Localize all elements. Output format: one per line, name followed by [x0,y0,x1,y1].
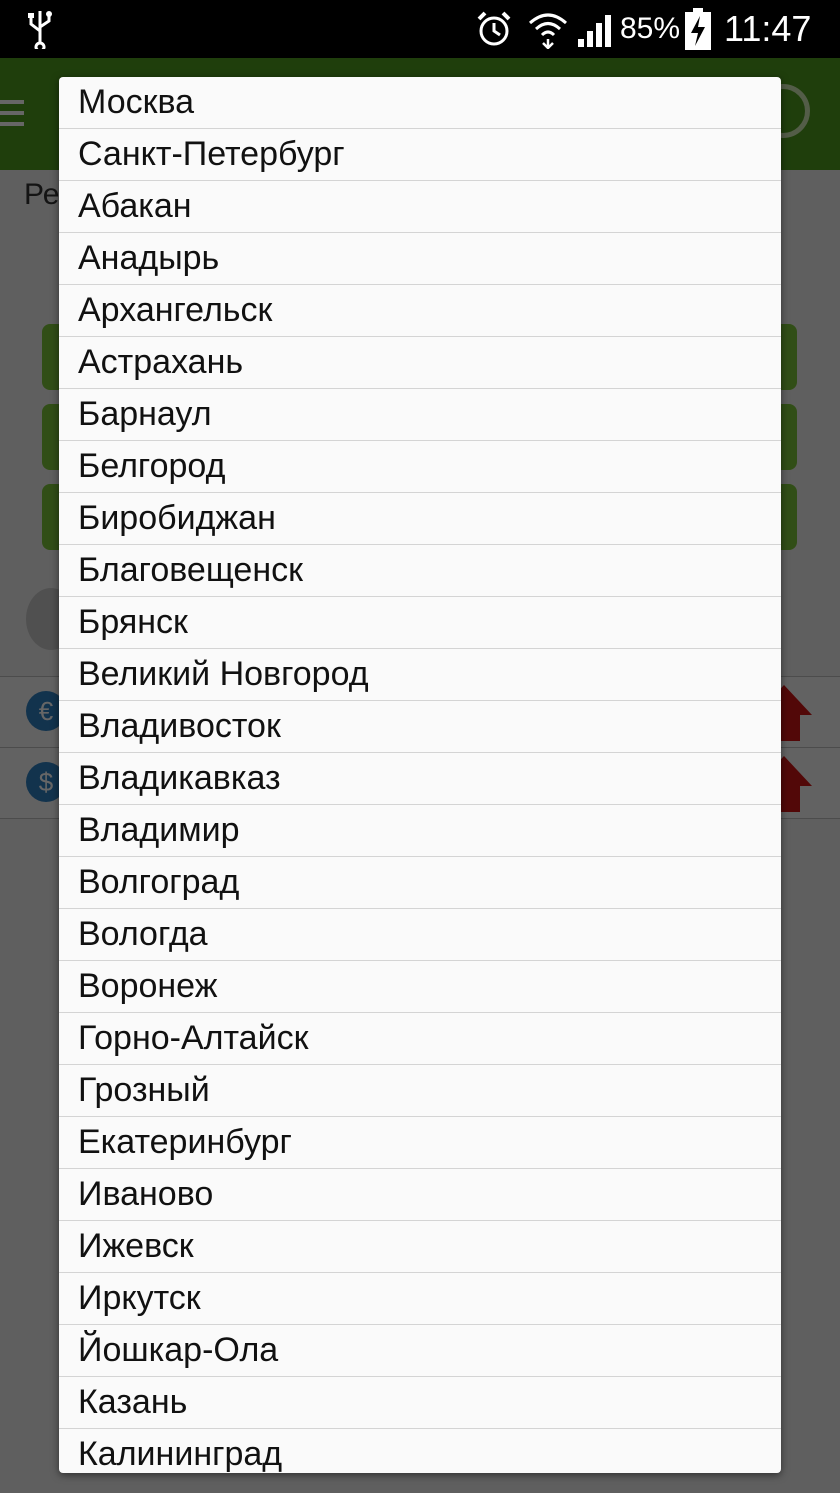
list-item[interactable]: Санкт-Петербург [59,129,781,181]
list-item[interactable]: Архангельск [59,285,781,337]
list-item[interactable]: Благовещенск [59,545,781,597]
battery-charging-icon [684,0,712,58]
list-item[interactable]: Волгоград [59,857,781,909]
city-list: Москва Санкт-Петербург Абакан Анадырь Ар… [59,77,781,1473]
alarm-icon [474,0,514,58]
city-dropdown[interactable]: Москва Санкт-Петербург Абакан Анадырь Ар… [59,77,781,1473]
list-item[interactable]: Анадырь [59,233,781,285]
list-item[interactable]: Вологда [59,909,781,961]
list-item[interactable]: Москва [59,77,781,129]
status-bar: 85% 11:47 [0,0,840,58]
list-item[interactable]: Владимир [59,805,781,857]
list-item[interactable]: Казань [59,1377,781,1429]
list-item[interactable]: Калининград [59,1429,781,1473]
list-item[interactable]: Абакан [59,181,781,233]
battery-percent: 85% [620,12,681,45]
list-item[interactable]: Владивосток [59,701,781,753]
list-item[interactable]: Иркутск [59,1273,781,1325]
list-item[interactable]: Белгород [59,441,781,493]
list-item[interactable]: Воронеж [59,961,781,1013]
list-item[interactable]: Брянск [59,597,781,649]
clock: 11:47 [724,8,812,49]
list-item[interactable]: Астрахань [59,337,781,389]
list-item[interactable]: Великий Новгород [59,649,781,701]
list-item[interactable]: Екатеринбург [59,1117,781,1169]
list-item[interactable]: Барнаул [59,389,781,441]
list-item[interactable]: Биробиджан [59,493,781,545]
list-item[interactable]: Грозный [59,1065,781,1117]
wifi-icon [526,0,570,58]
list-item[interactable]: Иваново [59,1169,781,1221]
signal-icon [576,0,616,58]
list-item[interactable]: Владикавказ [59,753,781,805]
list-item[interactable]: Горно-Алтайск [59,1013,781,1065]
usb-icon [26,0,54,58]
list-item[interactable]: Ижевск [59,1221,781,1273]
list-item[interactable]: Йошкар-Ола [59,1325,781,1377]
